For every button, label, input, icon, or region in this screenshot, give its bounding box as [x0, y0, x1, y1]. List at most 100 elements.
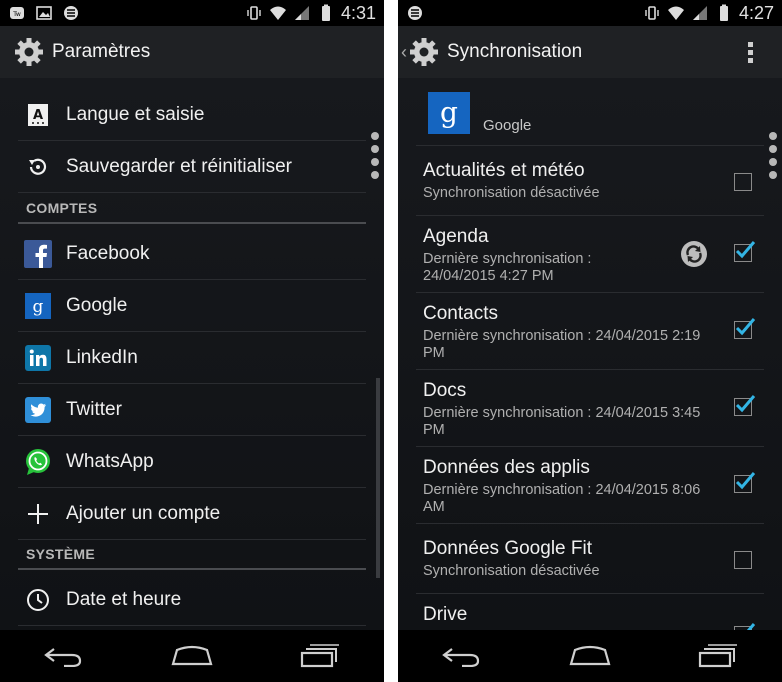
- account-label: LinkedIn: [66, 346, 138, 368]
- navigation-bar: [398, 630, 782, 682]
- home-button[interactable]: [167, 641, 217, 671]
- wifi-icon: [269, 6, 286, 20]
- google-icon: g: [25, 292, 51, 319]
- settings-item-backup[interactable]: Sauvegarder et réinitialiser: [18, 141, 366, 193]
- overflow-indicator: [769, 132, 777, 179]
- svg-text:A: A: [33, 108, 43, 123]
- sync-item-title: Données des applis: [423, 457, 590, 478]
- overflow-indicator: [371, 132, 379, 179]
- signal-icon: [692, 6, 707, 20]
- add-account-label: Ajouter un compte: [66, 502, 221, 524]
- action-bar: ‹ Synchronisation: [398, 26, 782, 78]
- battery-icon: [719, 4, 728, 21]
- linkedin-icon: [25, 344, 51, 371]
- sync-item-status: Dernière synchronisation : 24/04/2015 2:…: [423, 328, 701, 361]
- checkmark-icon: [735, 241, 756, 259]
- sync-item-title: Docs: [423, 380, 467, 401]
- recents-button[interactable]: [693, 641, 743, 671]
- whatsapp-icon: [26, 448, 50, 475]
- language-icon: A: [28, 103, 48, 126]
- sync-item-calendar[interactable]: Agenda Dernière synchronisation : 24/04/…: [416, 216, 764, 293]
- notification-badge-icon: [408, 6, 422, 20]
- sync-checkbox[interactable]: [734, 318, 756, 339]
- plus-icon: [28, 503, 48, 524]
- account-label: Twitter: [66, 398, 122, 420]
- sync-checkbox[interactable]: [734, 551, 752, 569]
- section-header-system: SYSTÈME: [18, 540, 366, 570]
- recents-icon: [698, 644, 737, 668]
- account-whatsapp[interactable]: WhatsApp: [18, 436, 366, 488]
- sync-checkbox[interactable]: [734, 241, 756, 262]
- clock-icon: [27, 588, 49, 611]
- sync-item-title: Agenda: [423, 226, 489, 247]
- gear-icon[interactable]: [407, 35, 441, 69]
- back-icon: [442, 648, 480, 667]
- account-label: Facebook: [66, 242, 150, 264]
- settings-list[interactable]: A Langue et saisie Sauvegarder et réinit…: [0, 78, 384, 630]
- recents-icon: [300, 644, 339, 668]
- restore-icon: [29, 158, 47, 175]
- checkmark-icon: [735, 395, 756, 413]
- navigation-bar: [0, 630, 384, 682]
- sync-item-docs[interactable]: Docs Dernière synchronisation : 24/04/20…: [416, 370, 764, 447]
- twitter-icon: [25, 396, 51, 423]
- settings-item-language[interactable]: A Langue et saisie: [18, 89, 366, 141]
- sync-item-drive[interactable]: Drive: [416, 594, 764, 630]
- sync-item-title: Contacts: [423, 303, 498, 324]
- sync-item-title: Données Google Fit: [423, 538, 592, 559]
- overflow-menu-icon[interactable]: [748, 42, 754, 64]
- scrollbar[interactable]: [376, 378, 380, 578]
- back-button[interactable]: [39, 641, 89, 671]
- settings-item-date-time[interactable]: Date et heure: [18, 574, 366, 626]
- account-label: WhatsApp: [66, 450, 154, 472]
- sync-item-google-fit[interactable]: Données Google Fit Synchronisation désac…: [416, 524, 764, 594]
- account-linkedin[interactable]: LinkedIn: [18, 332, 366, 384]
- sync-screen: 4:27 ‹ Synchronisation g Google Actualit…: [398, 0, 782, 682]
- sync-item-news[interactable]: Actualités et météo Synchronisation désa…: [416, 146, 764, 216]
- wifi-icon: [667, 6, 684, 20]
- sync-list[interactable]: g Google Actualités et météo Synchronisa…: [398, 78, 782, 630]
- account-label: Google: [66, 294, 128, 316]
- svg-text:Tw: Tw: [12, 11, 21, 18]
- back-icon: [44, 648, 82, 667]
- sync-item-status: Dernière synchronisation : 24/04/2015 4:…: [423, 251, 592, 284]
- settings-screen: Tw 4:31 Paramètres A Langue et saisie Sa…: [0, 0, 384, 682]
- account-facebook[interactable]: Facebook: [18, 228, 366, 280]
- recents-button[interactable]: [295, 641, 345, 671]
- section-header-accounts: COMPTES: [18, 194, 366, 224]
- image-notification-icon: [36, 6, 52, 20]
- page-title: Synchronisation: [447, 41, 583, 62]
- back-button[interactable]: [437, 641, 487, 671]
- account-name: Google: [483, 117, 532, 134]
- home-button[interactable]: [565, 641, 615, 671]
- sync-checkbox[interactable]: [734, 472, 756, 493]
- status-bar: Tw 4:31: [0, 0, 384, 26]
- settings-item-label: Sauvegarder et réinitialiser: [66, 155, 293, 177]
- sync-item-contacts[interactable]: Contacts Dernière synchronisation : 24/0…: [416, 293, 764, 370]
- sync-item-title: Drive: [423, 604, 468, 625]
- sync-item-title: Actualités et météo: [423, 160, 585, 181]
- notification-app-icon: Tw: [10, 7, 24, 19]
- add-account-button[interactable]: Ajouter un compte: [18, 488, 366, 540]
- settings-item-label: Langue et saisie: [66, 103, 205, 125]
- account-twitter[interactable]: Twitter: [18, 384, 366, 436]
- google-icon: g: [428, 92, 470, 134]
- sync-checkbox[interactable]: [734, 173, 752, 191]
- home-icon: [569, 645, 611, 666]
- sync-item-status: Dernière synchronisation : 24/04/2015 3:…: [423, 405, 701, 438]
- status-time: 4:27: [738, 2, 774, 23]
- sync-item-status: Synchronisation désactivée: [423, 563, 600, 579]
- page-title: Paramètres: [52, 41, 151, 62]
- sync-item-status: Synchronisation désactivée: [423, 185, 600, 201]
- sync-item-app-data[interactable]: Données des applis Dernière synchronisat…: [416, 447, 764, 524]
- notification-badge-icon: [64, 6, 78, 20]
- checkmark-icon: [735, 318, 756, 336]
- account-header: g Google: [416, 78, 764, 146]
- checkmark-icon: [735, 472, 756, 490]
- account-google[interactable]: g Google: [18, 280, 366, 332]
- gear-icon[interactable]: [12, 35, 46, 69]
- checkmark-icon: [746, 623, 756, 630]
- svg-text:g: g: [440, 96, 458, 129]
- section-title: COMPTES: [26, 200, 98, 216]
- sync-checkbox[interactable]: [734, 395, 756, 416]
